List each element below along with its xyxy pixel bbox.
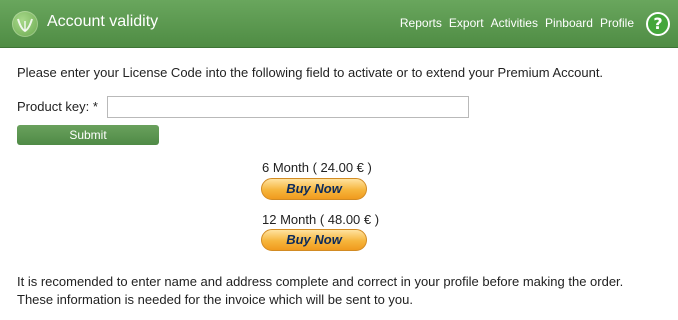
buy-now-12-month-button[interactable]: Buy Now (261, 229, 367, 251)
nav-export[interactable]: Export (449, 16, 484, 30)
page-title: Account validity (47, 13, 159, 30)
nav-activities[interactable]: Activities (491, 16, 538, 30)
invoice-note: It is recomended to enter name and addre… (17, 274, 624, 307)
top-nav: Reports Export Activities Pinboard Profi… (400, 16, 634, 30)
offer-12-month-label: 12 Month ( 48.00 € ) (262, 212, 380, 227)
nav-reports[interactable]: Reports (400, 16, 442, 30)
leaf-logo-icon (12, 11, 38, 37)
product-key-label: Product key: * (17, 99, 98, 114)
nav-pinboard[interactable]: Pinboard (545, 16, 593, 30)
nav-profile[interactable]: Profile (600, 16, 634, 30)
help-icon[interactable]: ? (646, 12, 670, 36)
submit-button[interactable]: Submit (17, 125, 159, 145)
header-bar: Account validity Reports Export Activiti… (0, 0, 678, 48)
product-key-input[interactable] (107, 96, 469, 118)
buy-now-6-month-button[interactable]: Buy Now (261, 178, 367, 200)
offer-6-month-label: 6 Month ( 24.00 € ) (262, 160, 372, 175)
intro-text: Please enter your License Code into the … (17, 65, 604, 80)
